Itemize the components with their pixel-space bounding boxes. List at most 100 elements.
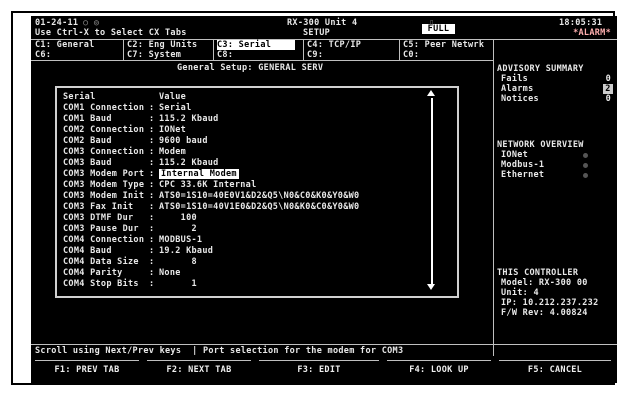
setting-name[interactable]: COM4 Data Size [63, 257, 144, 268]
separator: : [149, 257, 155, 267]
controller-model: Model: RX-300 00 [501, 278, 588, 288]
selected-value-highlight[interactable]: Internal Modem [159, 169, 239, 179]
alarms-value[interactable]: 2 [603, 84, 613, 94]
fails-label: Fails [501, 74, 529, 84]
clock: 18:05:31 [559, 18, 603, 28]
status-icons: ○ ◎ [83, 18, 100, 28]
separator: : [149, 213, 155, 223]
tab-c9[interactable]: C9: [307, 50, 323, 60]
scroll-up-icon[interactable] [427, 90, 435, 96]
terminal-screen: 01-24-11 ○ ◎ RX-300 Unit 4 SETUP 18:05:3… [31, 16, 617, 383]
setting-name[interactable]: COM3 Modem Type [63, 180, 144, 191]
ionet-status-icon [583, 153, 588, 158]
separator: : [149, 169, 155, 179]
column-header-value: Value [159, 92, 187, 102]
ethernet-status-icon [583, 173, 588, 178]
network-modbus: Modbus-1 [501, 160, 545, 170]
setting-value[interactable]: ATS0=1S10=40V1E0&D2&Q5\N0&K0&C0&Y0&W0 [159, 202, 359, 213]
unit-title: RX-300 Unit 4 [287, 18, 358, 28]
separator: : [149, 235, 155, 245]
notices-label: Notices [501, 94, 539, 104]
alarms-label[interactable]: Alarms [497, 84, 534, 94]
setting-name[interactable]: COM4 Connection [63, 235, 144, 246]
setting-name[interactable]: COM3 Connection [63, 147, 144, 158]
separator: : [149, 147, 155, 157]
controller-unit: Unit: 4 [501, 288, 539, 298]
f2-next-tab-button[interactable]: F2: NEXT TAB [147, 360, 251, 379]
separator: : [149, 158, 155, 168]
setting-name[interactable]: COM1 Baud [63, 114, 144, 125]
scrollbar[interactable] [431, 98, 433, 284]
setting-value[interactable]: 8 [159, 257, 197, 268]
setting-name[interactable]: COM3 Modem Port [63, 169, 144, 180]
scroll-down-icon[interactable] [427, 284, 435, 290]
tab-eng-units[interactable]: C2: Eng Units [127, 40, 197, 50]
setting-value[interactable]: 1 [159, 279, 197, 290]
setting-name[interactable]: COM4 Parity [63, 268, 144, 279]
controller-ip: IP: 10.212.237.232 [501, 298, 599, 308]
advisory-title: ADVISORY SUMMARY [497, 64, 584, 74]
setting-value[interactable]: 100 [159, 213, 197, 224]
setting-name[interactable]: COM3 Pause Dur [63, 224, 144, 235]
setting-name[interactable]: COM4 Stop Bits [63, 279, 144, 290]
setting-value[interactable]: 2 [159, 224, 197, 235]
f4-look-up-button[interactable]: F4: LOOK UP [387, 360, 491, 379]
notices-value: 0 [605, 94, 611, 104]
setting-name[interactable]: COM1 Connection [63, 103, 144, 114]
separator: : [149, 279, 155, 289]
f5-cancel-button[interactable]: F5: CANCEL [499, 360, 611, 379]
setting-name[interactable]: COM3 DTMF Dur [63, 213, 144, 224]
alarm-indicator[interactable]: *ALARM* [531, 28, 611, 38]
setting-name[interactable]: COM3 Baud [63, 158, 144, 169]
settings-panel: Serial Value COM1 Connection: Serial COM1 … [55, 86, 459, 298]
date-label: 01-24-11 [35, 18, 79, 28]
status-line: Scroll using Next/Prev keys | Port selec… [35, 346, 404, 356]
f1-prev-tab-button[interactable]: F1: PREV TAB [35, 360, 139, 379]
setting-value[interactable]: 115.2 Kbaud [159, 158, 219, 169]
setting-value[interactable]: 115.2 Kbaud [159, 114, 219, 125]
modbus-status-icon [583, 163, 588, 168]
setting-name[interactable]: COM3 Fax Init [63, 202, 144, 213]
function-key-bar: F1: PREV TAB F2: NEXT TAB F3: EDIT F4: L… [31, 356, 617, 382]
separator: : [149, 246, 155, 256]
selected-setting-value[interactable]: Internal Modem [159, 169, 239, 180]
tab-system[interactable]: C7: System [127, 50, 181, 60]
setting-value[interactable]: IONet [159, 125, 186, 136]
fails-value: 0 [605, 74, 611, 84]
tab-c6[interactable]: C6: [35, 50, 51, 60]
f3-edit-button[interactable]: F3: EDIT [259, 360, 379, 379]
network-title: NETWORK OVERVIEW [497, 140, 584, 150]
setting-value[interactable]: 19.2 Kbaud [159, 246, 213, 257]
tab-tcpip[interactable]: C4: TCP/IP [307, 40, 361, 50]
setting-name[interactable]: COM2 Connection [63, 125, 144, 136]
full-indicator: FULL [422, 24, 455, 34]
separator: : [149, 224, 155, 234]
setting-name[interactable]: COM2 Baud [63, 136, 144, 147]
controller-firmware: F/W Rev: 4.00824 [501, 308, 588, 318]
setting-value[interactable]: 9600 baud [159, 136, 208, 147]
tab-general[interactable]: C1: General [35, 40, 95, 50]
tab-peer-network[interactable]: C5: Peer Netwrk [403, 40, 484, 50]
setting-name[interactable]: COM3 Modem Init [63, 191, 144, 202]
setting-name[interactable]: COM4 Baud [63, 246, 144, 257]
network-ethernet: Ethernet [501, 170, 545, 180]
separator: : [149, 136, 155, 146]
setting-value[interactable]: None [159, 268, 181, 279]
tab-hint: Use Ctrl-X to Select CX Tabs [35, 28, 187, 38]
setting-value[interactable]: Serial [159, 103, 192, 114]
mode-title: SETUP [303, 28, 331, 38]
column-header-serial: Serial [63, 92, 96, 102]
tab-c0[interactable]: C0: [403, 50, 419, 60]
tab-c8[interactable]: C8: [217, 50, 233, 60]
setting-value[interactable]: ATS0=1S10=40E0V1&D2&Q5\N0&C0&K0&Y0&W0 [159, 191, 359, 202]
setting-value[interactable]: MODBUS-1 [159, 235, 202, 246]
tab-serial[interactable]: C3: Serial [217, 40, 295, 50]
setting-value[interactable]: CPC 33.6K Internal [159, 180, 257, 191]
setting-value[interactable]: Modem [159, 147, 186, 158]
network-ionet: IONet [501, 150, 529, 160]
signal-icon: ▯ [429, 18, 435, 28]
separator: : [149, 191, 155, 201]
separator: : [149, 125, 155, 135]
separator: : [149, 268, 155, 278]
controller-title: THIS CONTROLLER [497, 268, 579, 278]
